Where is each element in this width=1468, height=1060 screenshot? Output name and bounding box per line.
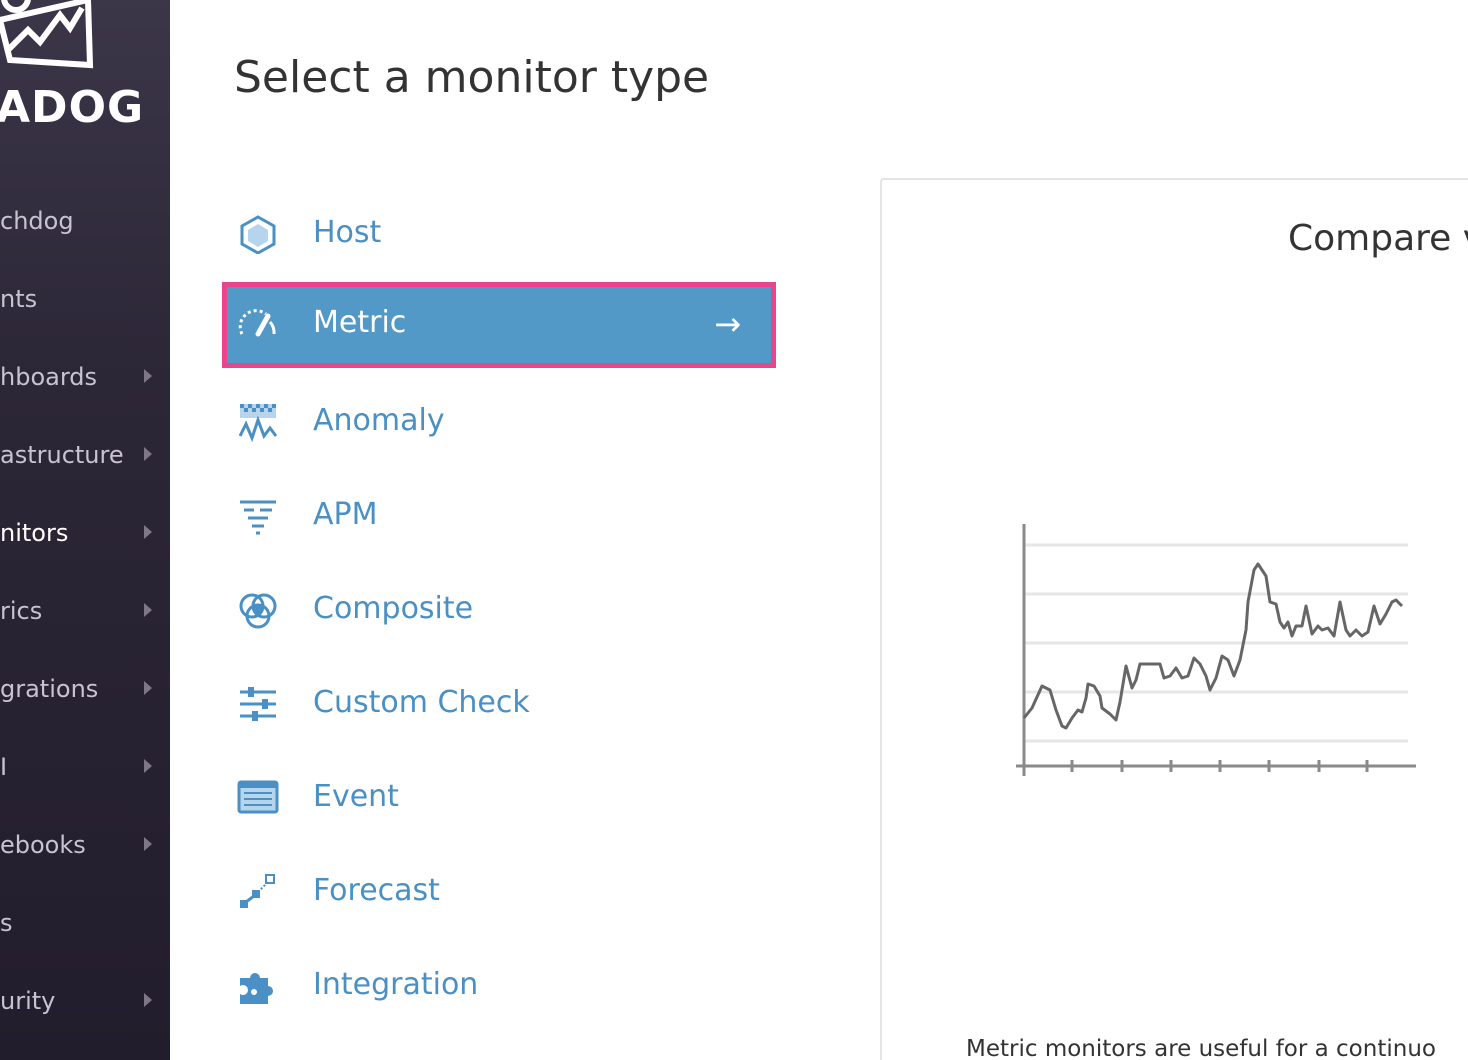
arrow-right-icon: → <box>714 305 741 343</box>
monitor-type-label: Integration <box>313 967 479 1002</box>
monitor-type-custom-check[interactable]: Custom Check <box>222 662 776 742</box>
composite-circles-icon <box>239 593 277 629</box>
sidebar-item-monitors[interactable]: nitors <box>0 513 170 553</box>
monitor-type-label: Metric <box>313 305 407 340</box>
sidebar-item-metrics[interactable]: rics <box>0 591 170 631</box>
speedometer-icon <box>238 309 276 337</box>
sidebar: ADOG chdog nts hboards astructure nitors… <box>0 0 170 1060</box>
monitor-type-label: Composite <box>313 591 474 626</box>
monitor-type-host[interactable]: Host <box>222 192 776 272</box>
sliders-icon <box>240 687 276 721</box>
event-list-icon <box>237 780 279 814</box>
monitor-type-forecast[interactable]: Forecast <box>222 850 776 930</box>
puzzle-piece-icon <box>240 973 273 1004</box>
monitor-type-label: Anomaly <box>313 403 445 438</box>
sidebar-item-watchdog[interactable]: chdog <box>0 201 170 241</box>
monitor-type-preview: Compare v Metric monitors are useful for… <box>880 178 1468 1060</box>
caret-right-icon <box>144 993 152 1007</box>
monitor-type-anomaly[interactable]: Anomaly <box>222 380 776 460</box>
monitor-type-integration[interactable]: Integration <box>222 944 776 1024</box>
sidebar-item-notebooks[interactable]: ebooks <box>0 825 170 865</box>
sidebar-item-logs[interactable]: s <box>0 903 170 943</box>
caret-right-icon <box>144 525 152 539</box>
brand-wordmark: ADOG <box>0 82 145 133</box>
anomaly-icon <box>238 404 278 442</box>
monitor-type-label: Event <box>313 779 399 814</box>
page-title: Select a monitor type <box>234 52 710 103</box>
monitor-type-label: Custom Check <box>313 685 530 720</box>
sidebar-item-integrations[interactable]: grations <box>0 669 170 709</box>
preview-title: Compare v <box>1288 218 1468 259</box>
metric-series-line <box>1022 562 1404 730</box>
metric-illustration <box>1016 524 1416 776</box>
sidebar-item-events[interactable]: nts <box>0 279 170 319</box>
caret-right-icon <box>144 369 152 383</box>
sidebar-item-label: nts <box>0 285 38 313</box>
monitor-type-apm[interactable]: APM <box>222 474 776 554</box>
sidebar-item-label: s <box>0 909 13 937</box>
forecast-icon <box>240 874 275 908</box>
caret-right-icon <box>144 603 152 617</box>
monitor-type-metric[interactable]: Metric → <box>222 282 776 368</box>
caret-right-icon <box>144 447 152 461</box>
monitor-type-event[interactable]: Event <box>222 756 776 836</box>
sidebar-item-label: chdog <box>0 207 74 235</box>
caret-right-icon <box>144 759 152 773</box>
host-hexagon-icon <box>240 215 276 254</box>
sidebar-item-infrastructure[interactable]: astructure <box>0 435 170 475</box>
sidebar-item-dashboards[interactable]: hboards <box>0 357 170 397</box>
caret-right-icon <box>144 681 152 695</box>
datadog-logo-icon[interactable] <box>0 0 110 80</box>
monitor-type-label: APM <box>313 497 378 532</box>
monitor-type-composite[interactable]: Composite <box>222 568 776 648</box>
sidebar-item-apm[interactable]: I <box>0 747 170 787</box>
caret-right-icon <box>144 837 152 851</box>
sidebar-item-security[interactable]: urity <box>0 981 170 1021</box>
apm-filter-icon <box>240 500 276 535</box>
preview-description: Metric monitors are useful for a continu… <box>966 1036 1436 1060</box>
monitor-type-label: Forecast <box>313 873 440 908</box>
monitor-type-label: Host <box>313 215 382 250</box>
